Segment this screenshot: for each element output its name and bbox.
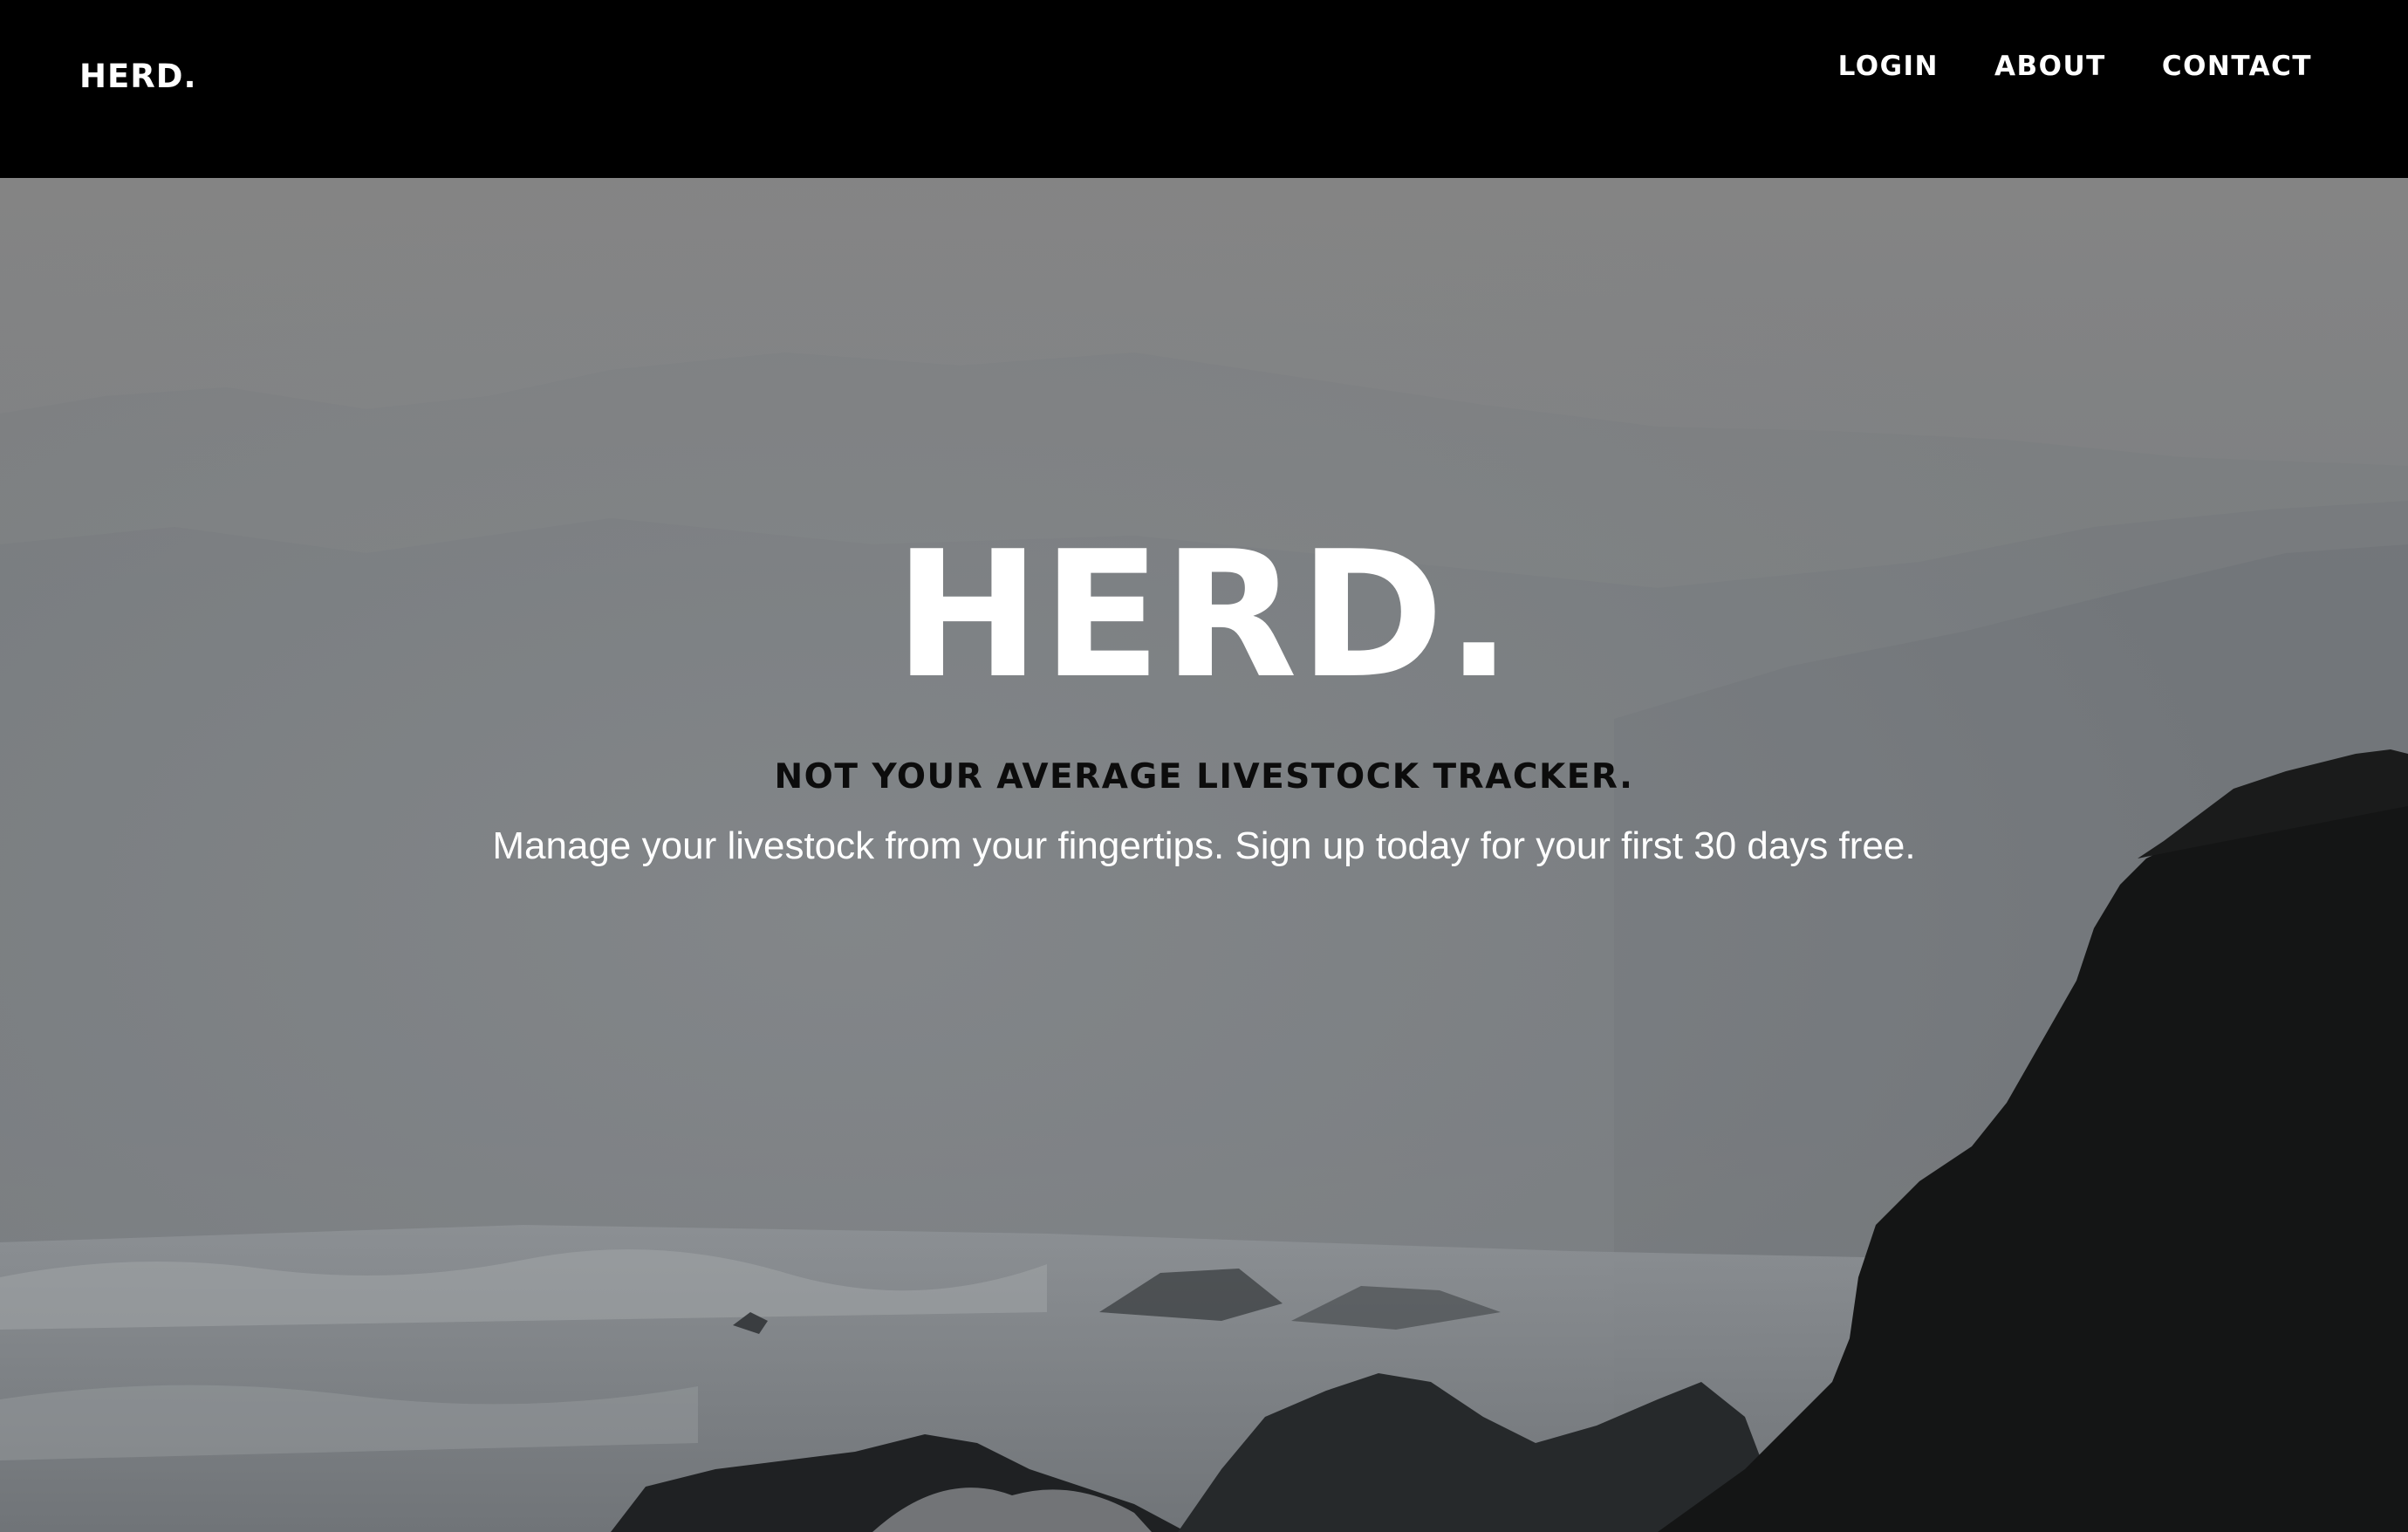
top-navbar: HERD. LOGIN ABOUT CONTACT bbox=[0, 0, 2408, 178]
nav-login-link[interactable]: LOGIN bbox=[1838, 49, 1939, 84]
hero-tagline: NOT YOUR AVERAGE LIVESTOCK TRACKER. bbox=[774, 757, 1634, 797]
hero-section: HERD. NOT YOUR AVERAGE LIVESTOCK TRACKER… bbox=[0, 178, 2408, 1532]
hero-title: HERD. bbox=[894, 514, 1514, 717]
hero-subtitle: Manage your livestock from your fingerti… bbox=[492, 824, 1916, 867]
nav-about-link[interactable]: ABOUT bbox=[1994, 49, 2106, 84]
brand-logo-link[interactable]: HERD. bbox=[79, 58, 197, 95]
nav-links: LOGIN ABOUT CONTACT bbox=[1838, 49, 2312, 84]
nav-contact-link[interactable]: CONTACT bbox=[2162, 49, 2312, 84]
